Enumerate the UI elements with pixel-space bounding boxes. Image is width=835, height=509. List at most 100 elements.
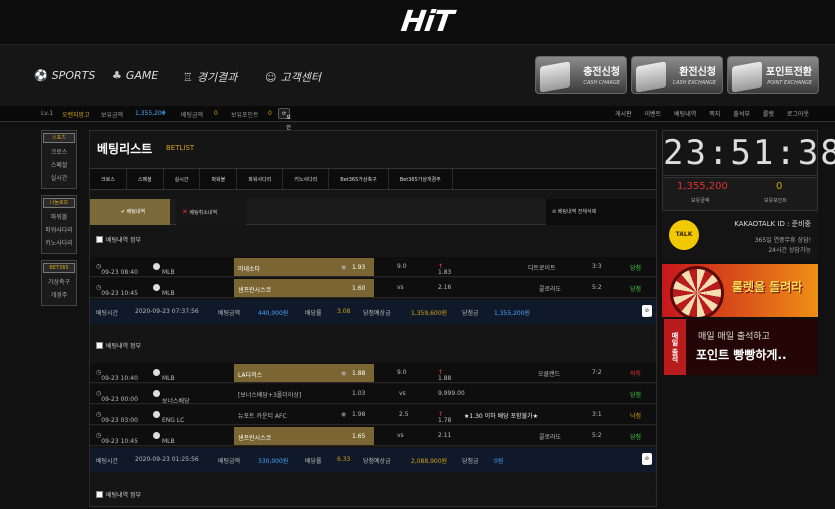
cash-stack-icon: [732, 61, 762, 93]
league: ENG LC: [153, 411, 184, 424]
view-detail-button[interactable]: ⊘ 내역보기: [641, 305, 654, 358]
result: 당첨: [630, 265, 642, 272]
home-pick-cell[interactable]: LA다저스 ◉ 1.88: [234, 364, 374, 382]
away-team: 오클랜드: [538, 371, 561, 378]
handicap: 9.0: [397, 369, 407, 376]
home-pick-cell[interactable]: 미네소타 ◉ 1.93: [234, 258, 374, 276]
headset-icon: ☺: [265, 70, 277, 84]
link-attendance[interactable]: 출석부: [733, 109, 750, 118]
tab-bet365-soccer[interactable]: Bet365가상축구: [329, 169, 389, 189]
result: 당첨: [630, 392, 642, 399]
home-team: 샌프란시스코: [238, 435, 272, 442]
nav-results[interactable]: ♖ 경기결과: [183, 69, 237, 85]
table-row: ◷ 09-23 10:45 MLB 샌프란시스코 1.65 vs 2.11 콜로…: [90, 426, 656, 446]
home-pick-cell[interactable]: 샌프란시스코 1.65: [234, 427, 374, 445]
match-time: ◷ 09-23 10:45: [96, 284, 138, 297]
expected-win: 1,359,600원: [411, 310, 448, 317]
tab-live[interactable]: 실시간: [164, 169, 201, 189]
sidebar-item-live[interactable]: 실시간: [43, 172, 75, 185]
link-message[interactable]: 쪽지: [709, 109, 720, 118]
table-row: ◷ 09-23 03:00 ENG LC 뉴포트 카운티 AFC ◉ 1.98 …: [90, 405, 656, 425]
close-icon: ✕: [182, 208, 188, 216]
away-odds: 9,999.00: [438, 390, 465, 397]
balance-plus-icon[interactable]: +: [161, 110, 166, 117]
link-logout[interactable]: 로그아웃: [787, 109, 809, 118]
select-all-checkbox[interactable]: 베팅내역 정부: [96, 234, 141, 244]
away-odds: 2.16: [438, 284, 452, 291]
nav-sports[interactable]: ⚽ SPORTS: [34, 69, 95, 82]
attendance-tag: 매일 출석: [664, 319, 686, 375]
result: 당첨: [630, 434, 642, 441]
tab-cross[interactable]: 크로스: [90, 169, 127, 189]
away-odds: 1.78 ↑: [438, 411, 452, 424]
bet-summary: 베팅시간 2020-09-23 01:25:56 베팅금액 330,000원 배…: [90, 448, 656, 506]
sidebar-item-special[interactable]: 스페셜: [43, 159, 75, 172]
bet-amount-label: 베팅금액: [218, 458, 241, 465]
lock-icon: ◉: [341, 370, 347, 377]
sidebar-item-dog-race[interactable]: 개경주: [43, 289, 75, 302]
away-team: 디트로이트: [528, 265, 556, 272]
sidebar-item-cross[interactable]: 크로스: [43, 146, 75, 159]
bet-amount-label: 베팅금액: [181, 112, 204, 119]
tab-bet365-dogs[interactable]: Bet365가상개경주: [389, 169, 453, 189]
tab-cancel-history[interactable]: ✕ 베팅취소내역: [176, 199, 246, 225]
checkbox-icon[interactable]: [96, 490, 103, 498]
attendance-banner[interactable]: 매일 출석 매일 매일 출석하고 포인트 빵빵하게..: [662, 319, 818, 375]
nav-support[interactable]: ☺ 고객센터: [265, 69, 321, 85]
kakao-contact[interactable]: TALK KAKAOTALK ID : 준비중 365일 연중무휴 상담! 24…: [662, 212, 818, 262]
sidebar-item-keno-ladder[interactable]: 키노사다리: [43, 237, 75, 250]
tab-special[interactable]: 스페셜: [127, 169, 164, 189]
sidebar-item-power-ladder[interactable]: 파워사다리: [43, 224, 75, 237]
cash-exchange-button[interactable]: 환전신청 CASH EXCHANGE: [631, 56, 723, 94]
bet-time: 2020-09-23 01:25:56: [135, 456, 199, 463]
bet-amount-value: 0: [214, 110, 218, 117]
checkbox-label: 베팅내역 정부: [106, 491, 142, 499]
result: 낙첨: [630, 413, 642, 420]
checkbox-icon[interactable]: [96, 235, 103, 243]
nav-game[interactable]: ♣ GAME: [112, 69, 158, 82]
delete-all-button[interactable]: ⊘ 베팅내역 전체삭제: [546, 199, 656, 225]
checkbox-icon[interactable]: [96, 341, 103, 349]
sidebar-title: 스포츠: [43, 133, 75, 143]
select-all-checkbox[interactable]: 베팅내역 정부: [96, 340, 141, 350]
home-odds: 1.88: [352, 370, 366, 377]
user-level: Lv.1: [41, 110, 54, 117]
link-bet-history[interactable]: 베팅내역: [674, 109, 696, 118]
win-amount: 1,355,200원: [494, 310, 531, 317]
baseball-icon: [153, 263, 160, 270]
kakao-talk-icon: TALK: [669, 220, 699, 250]
tab-keno-ladder[interactable]: 키노사다리: [283, 169, 330, 189]
point-exchange-button[interactable]: 포인트전환 POINT EXCHANGE: [727, 56, 819, 94]
select-all-checkbox[interactable]: 베팅내역 정부: [96, 489, 141, 499]
site-logo[interactable]: HiT: [386, 4, 469, 38]
view-detail-button[interactable]: ⊘ 내역보기: [641, 453, 654, 506]
home-odds: 1.98: [352, 411, 366, 418]
odds-value: 6.33: [337, 456, 351, 463]
roulette-banner-text: 룰렛을 돌려라: [732, 280, 803, 294]
league: MLB: [153, 284, 175, 297]
home-odds: 1.03: [352, 390, 366, 397]
match-time: ◷ 09-23 10:40: [96, 369, 138, 382]
bet-time: 2020-09-23 07:37:56: [135, 308, 199, 315]
sidebar-item-virtual-soccer[interactable]: 가상축구: [43, 276, 75, 289]
delete-all-label: 베팅내역 전체삭제: [557, 209, 597, 215]
point-convert-button[interactable]: ⟳ 포인트 전환: [278, 108, 291, 161]
attendance-line-1: 매일 매일 출석하고: [698, 332, 770, 342]
tab-bet-history[interactable]: ✔ 베팅내역: [90, 199, 170, 225]
link-event[interactable]: 이벤트: [645, 109, 662, 118]
link-roulette[interactable]: 룰렛: [763, 109, 774, 118]
sidebar-item-powerball[interactable]: 파워볼: [43, 211, 75, 224]
tab-power-ladder[interactable]: 파워사다리: [237, 169, 284, 189]
tab-powerball[interactable]: 파워볼: [200, 169, 238, 189]
sidebar-title: 나눔로또: [43, 198, 75, 208]
sidebar-group-lotto: 나눔로또 파워볼 파워사다리 키노사다리: [41, 195, 77, 254]
link-board[interactable]: 게시판: [615, 109, 632, 118]
user-nickname[interactable]: 오렌지망고: [62, 110, 90, 119]
cash-charge-button[interactable]: 충전신청 CASH CHARGE: [535, 56, 627, 94]
roulette-banner[interactable]: 룰렛을 돌려라: [662, 264, 818, 317]
money-value: 1,355,200: [677, 181, 728, 192]
top-header: HiT: [0, 0, 835, 44]
away-odds: 1.88 ↑: [438, 369, 452, 382]
home-pick-cell[interactable]: 샌프란시스코 1.60: [234, 279, 374, 297]
home-team: 샌프란시스코: [238, 287, 272, 294]
